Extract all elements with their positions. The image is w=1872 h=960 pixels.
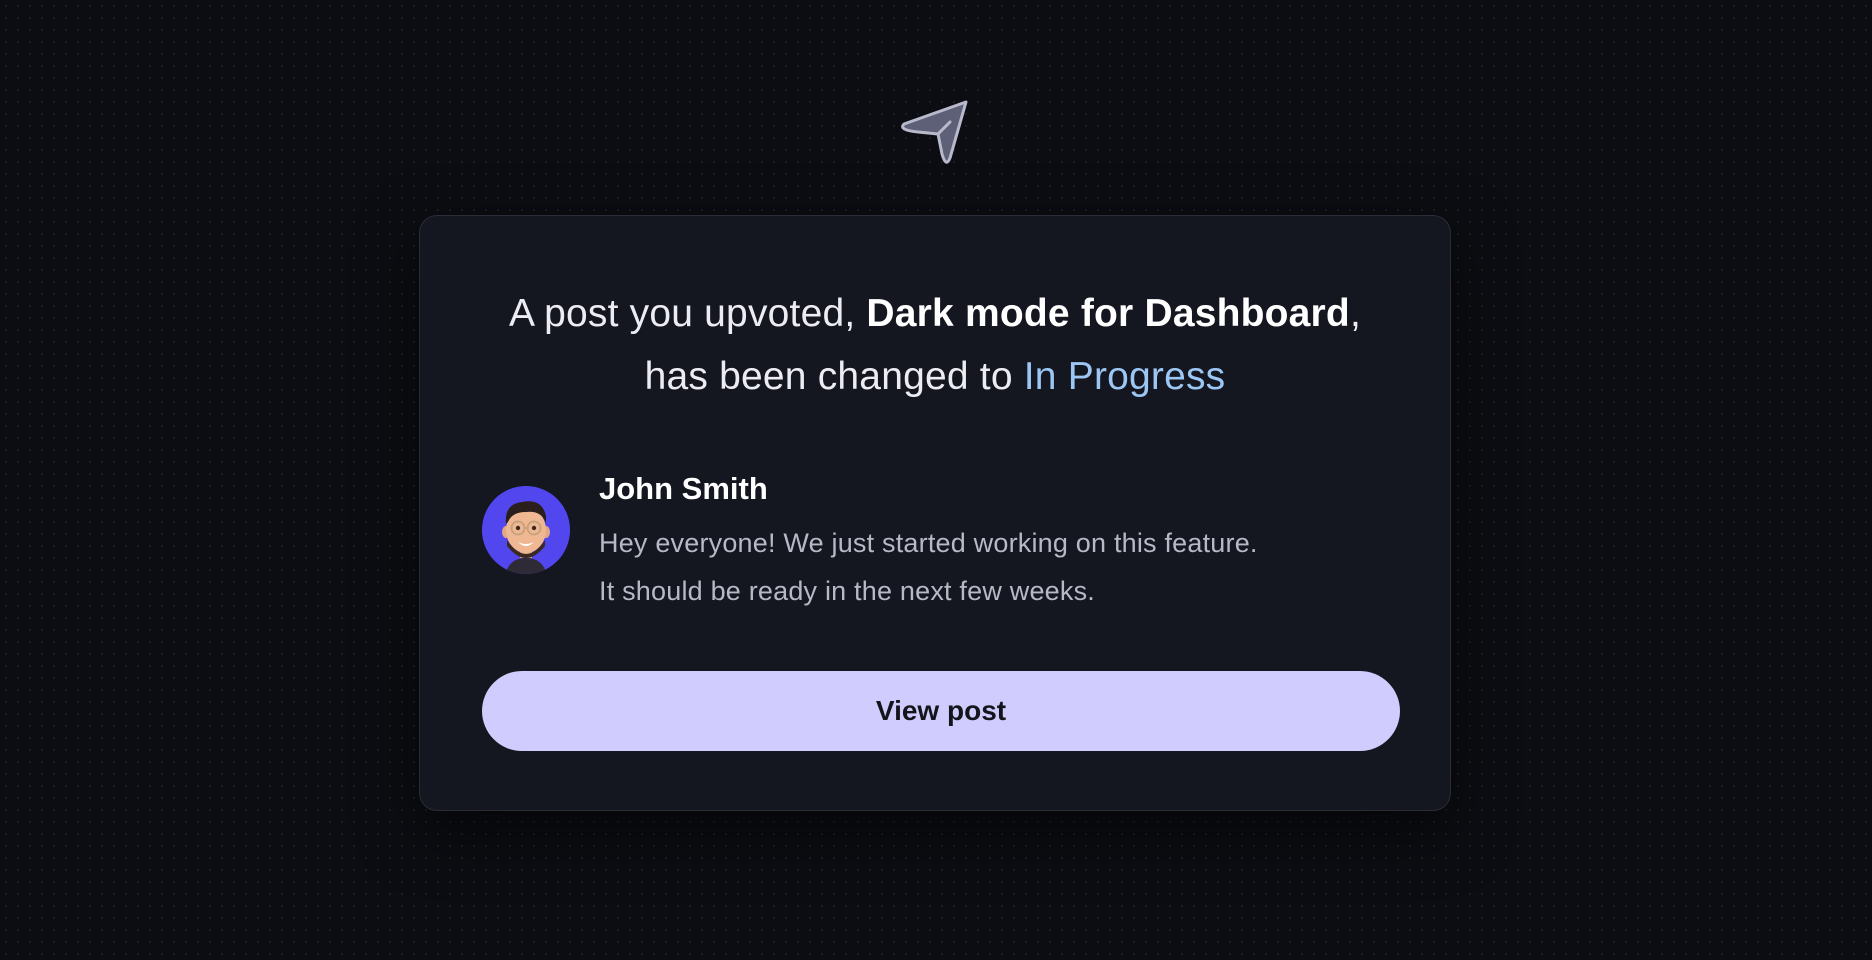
post-title[interactable]: Dark mode for Dashboard bbox=[866, 292, 1350, 335]
status-label: In Progress bbox=[1023, 355, 1226, 398]
paper-plane-icon bbox=[901, 100, 968, 164]
view-post-button[interactable]: View post bbox=[482, 671, 1400, 751]
memoji-avatar-icon bbox=[482, 486, 570, 574]
notification-headline: A post you upvoted, Dark mode for Dashbo… bbox=[509, 292, 1361, 398]
notification-card: A post you upvoted, Dark mode for Dashbo… bbox=[419, 215, 1451, 811]
comment-line: It should be ready in the next few weeks… bbox=[599, 576, 1095, 606]
avatar bbox=[482, 486, 570, 574]
comment-line: Hey everyone! We just started working on… bbox=[599, 528, 1258, 558]
comment-message: Hey everyone! We just started working on… bbox=[599, 519, 1419, 615]
comment-author: John Smith bbox=[599, 471, 768, 506]
